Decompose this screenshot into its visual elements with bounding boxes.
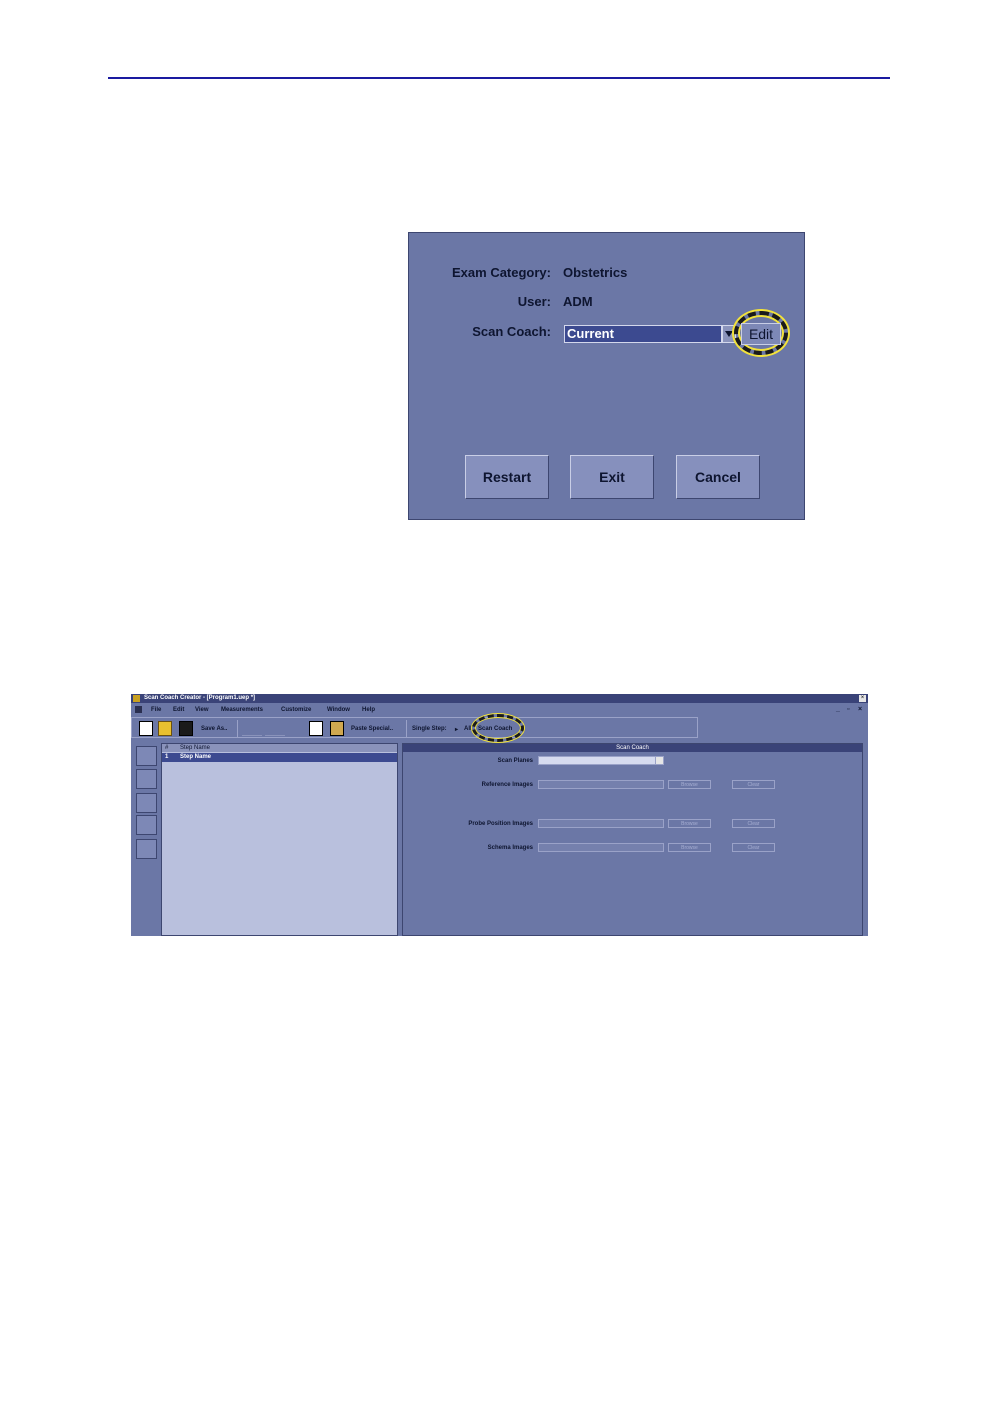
probe-position-images-field[interactable] [538, 819, 664, 828]
reference-images-field[interactable] [538, 780, 664, 789]
step-list-header: # Step Name [162, 744, 397, 752]
edit-button[interactable]: Edit [741, 323, 781, 345]
menu-window[interactable]: Window [327, 707, 350, 713]
undo-icon[interactable] [242, 721, 262, 736]
app-icon [133, 695, 140, 702]
paste-special-button[interactable]: Paste Special.. [351, 726, 393, 732]
menu-customize[interactable]: Customize [281, 707, 311, 713]
window-title: Scan Coach Creator - [Program1.uep *] [144, 695, 256, 701]
schema-images-label: Schema Images [487, 845, 533, 851]
scan-planes-label: Scan Planes [497, 758, 533, 764]
restore-icon[interactable]: ▫ [847, 706, 849, 713]
close-icon[interactable]: × [859, 695, 866, 702]
schema-images-field[interactable] [538, 843, 664, 852]
header-rule [108, 77, 890, 79]
row-step-name: Step Name [180, 754, 212, 760]
col-step-name: Step Name [180, 745, 211, 751]
append-step-icon[interactable] [136, 769, 157, 789]
schema-clear-button[interactable]: Clear [732, 843, 775, 852]
schema-browse-button[interactable]: Browse [668, 843, 711, 852]
title-bar: Scan Coach Creator - [Program1.uep *] × [131, 694, 868, 703]
save-icon[interactable] [179, 721, 193, 736]
copy-icon[interactable] [309, 721, 323, 736]
user-value: ADM [563, 294, 593, 309]
table-row[interactable]: 1 Step Name [162, 753, 397, 762]
arrow-down-icon[interactable] [136, 815, 157, 835]
menu-help[interactable]: Help [362, 707, 375, 713]
redo-icon[interactable] [265, 721, 285, 736]
single-step-label: Single Step: [412, 726, 447, 732]
delete-icon[interactable] [136, 839, 157, 859]
col-number: # [165, 745, 169, 751]
reference-browse-button[interactable]: Browse [668, 780, 711, 789]
toolbar-separator [237, 720, 238, 737]
cancel-button[interactable]: Cancel [676, 455, 760, 499]
panel-title: Scan Coach [403, 744, 862, 752]
open-folder-icon[interactable] [158, 721, 172, 736]
new-file-icon[interactable] [139, 721, 153, 736]
arrow-up-icon[interactable] [136, 793, 157, 813]
panel-title-text: Scan Coach [616, 745, 649, 751]
scan-coach-label: Scan Coach: [472, 324, 551, 339]
exam-dialog: Exam Category: Obstetrics User: ADM Scan… [408, 232, 805, 520]
scan-coach-highlight-circle [472, 714, 524, 742]
minimize-icon[interactable]: _ [836, 706, 840, 713]
chevron-down-icon[interactable] [655, 756, 664, 765]
probe-clear-button[interactable]: Clear [732, 819, 775, 828]
user-label: User: [517, 294, 551, 309]
restart-button[interactable]: Restart [465, 455, 549, 499]
probe-browse-button[interactable]: Browse [668, 819, 711, 828]
step-list: # Step Name 1 Step Name [161, 743, 398, 936]
paste-icon[interactable] [330, 721, 344, 736]
scan-coach-creator-window: Scan Coach Creator - [Program1.uep *] × … [131, 694, 868, 936]
menu-file[interactable]: File [151, 707, 161, 713]
reference-images-label: Reference Images [481, 782, 533, 788]
save-as-button[interactable]: Save As.. [201, 726, 227, 732]
probe-position-images-label: Probe Position Images [468, 821, 533, 827]
document-icon [135, 706, 142, 713]
exam-category-value: Obstetrics [563, 265, 628, 280]
close-doc-icon[interactable]: × [858, 706, 862, 713]
scan-planes-select[interactable] [538, 756, 656, 765]
scan-coach-select[interactable]: Current [564, 325, 722, 343]
exam-category-label: Exam Category: [452, 265, 551, 280]
toolbar-separator [406, 720, 407, 737]
all-button[interactable]: All [464, 726, 472, 732]
reference-clear-button[interactable]: Clear [732, 780, 775, 789]
menu-measurements[interactable]: Measurements [221, 707, 263, 713]
row-number: 1 [165, 754, 169, 760]
menu-view[interactable]: View [195, 707, 209, 713]
menu-edit[interactable]: Edit [173, 707, 184, 713]
chevron-down-icon [725, 331, 733, 337]
insert-step-icon[interactable] [136, 746, 157, 766]
exit-button[interactable]: Exit [570, 455, 654, 499]
arrow-icon: ▸ [455, 727, 459, 733]
step-tools [134, 743, 158, 936]
scan-coach-panel: Scan Coach Scan Planes Reference Images … [402, 743, 863, 936]
scan-coach-select-value: Current [567, 326, 614, 341]
toolbar: Save As.. Paste Special.. Single Step: ▸… [131, 717, 698, 738]
